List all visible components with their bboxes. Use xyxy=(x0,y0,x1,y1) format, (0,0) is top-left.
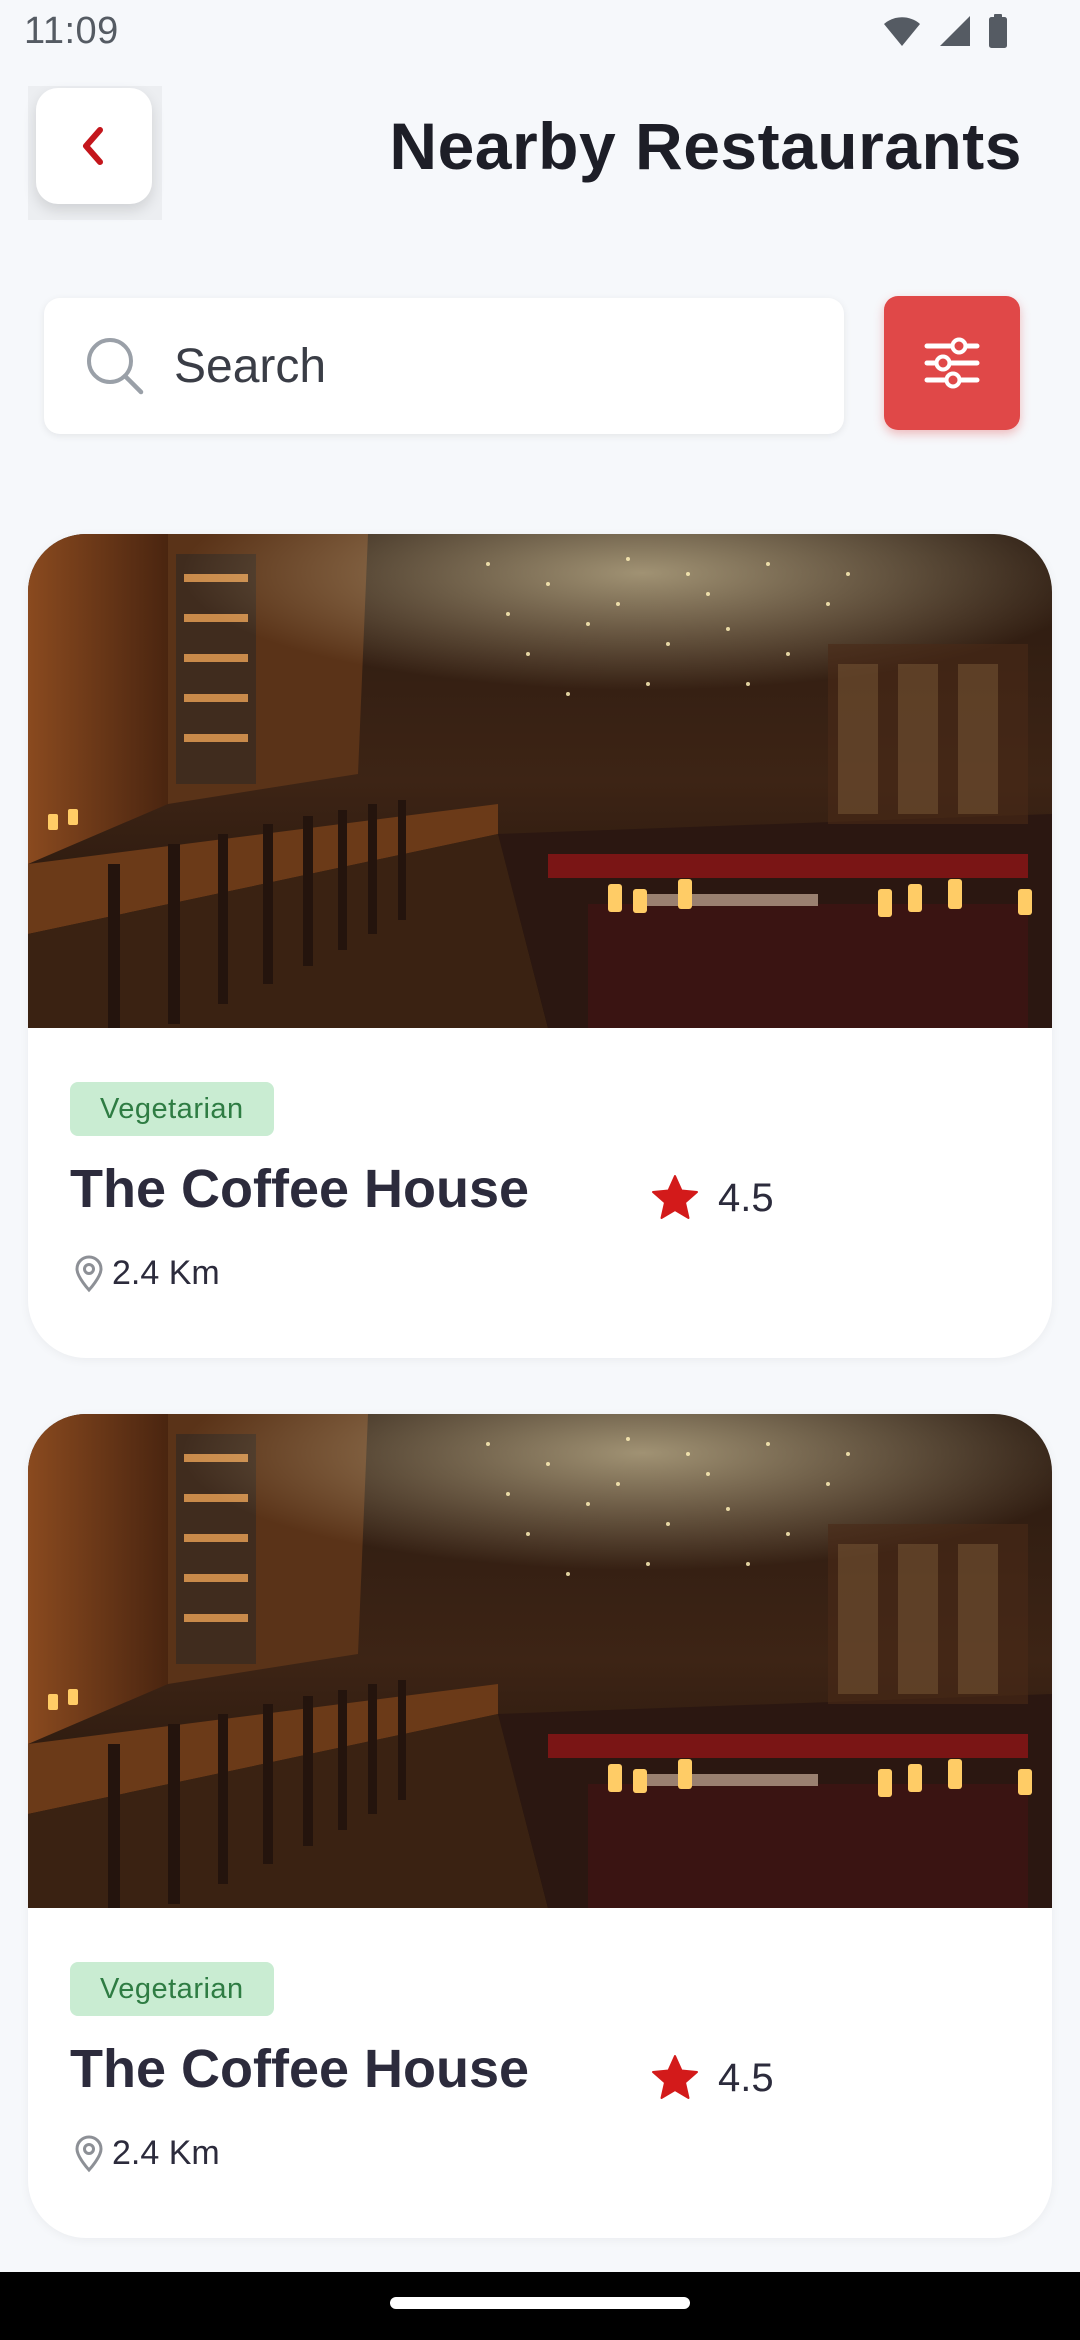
status-bar: 11:09 xyxy=(0,0,1080,66)
restaurant-interior-image xyxy=(28,1414,1052,1908)
search-input[interactable] xyxy=(172,337,816,395)
screen: 11:09 Nearby Restaurants Search Vegetari… xyxy=(0,0,1080,2340)
page-title: Nearby Restaurants xyxy=(389,109,1022,183)
distance-value: 2.4 Km xyxy=(112,1254,220,1292)
rating: 4.5 xyxy=(650,2054,774,2102)
restaurant-name: The Coffee House xyxy=(70,2039,530,2099)
location-pin-icon xyxy=(75,2134,103,2172)
search-icon xyxy=(82,333,148,399)
status-time: 11:09 xyxy=(24,10,119,52)
sliders-icon xyxy=(924,337,980,389)
location-pin-icon xyxy=(75,1254,103,1292)
rating: 4.5 xyxy=(650,1174,774,1222)
home-indicator[interactable] xyxy=(390,2297,690,2309)
cellular-signal-icon xyxy=(940,16,970,46)
restaurant-card[interactable]: Vegetarian The Coffee House 4.5 2.4 Km xyxy=(28,534,1052,1358)
restaurant-card[interactable]: Vegetarian The Coffee House 4.5 2.4 Km xyxy=(28,1414,1052,2238)
distance: 2.4 Km xyxy=(72,1254,220,1293)
search-box[interactable] xyxy=(44,298,844,434)
star-icon xyxy=(652,2055,698,2099)
rating-value: 4.5 xyxy=(718,1175,774,1220)
filter-button[interactable] xyxy=(884,296,1020,430)
distance-value: 2.4 Km xyxy=(112,2134,220,2172)
restaurant-interior-image xyxy=(28,534,1052,1028)
restaurant-photo xyxy=(28,1414,1052,1908)
wifi-icon xyxy=(884,17,920,46)
restaurant-photo xyxy=(28,534,1052,1028)
battery-icon xyxy=(989,14,1007,48)
status-icons xyxy=(882,14,1008,48)
rating-value: 4.5 xyxy=(718,2055,774,2100)
distance: 2.4 Km xyxy=(72,2134,220,2173)
restaurant-name: The Coffee House xyxy=(70,1159,530,1219)
star-icon xyxy=(652,1175,698,1219)
chevron-left-icon xyxy=(83,127,103,165)
category-tag: Vegetarian xyxy=(70,1082,274,1136)
category-tag: Vegetarian xyxy=(70,1962,274,2016)
back-button[interactable] xyxy=(36,88,152,204)
